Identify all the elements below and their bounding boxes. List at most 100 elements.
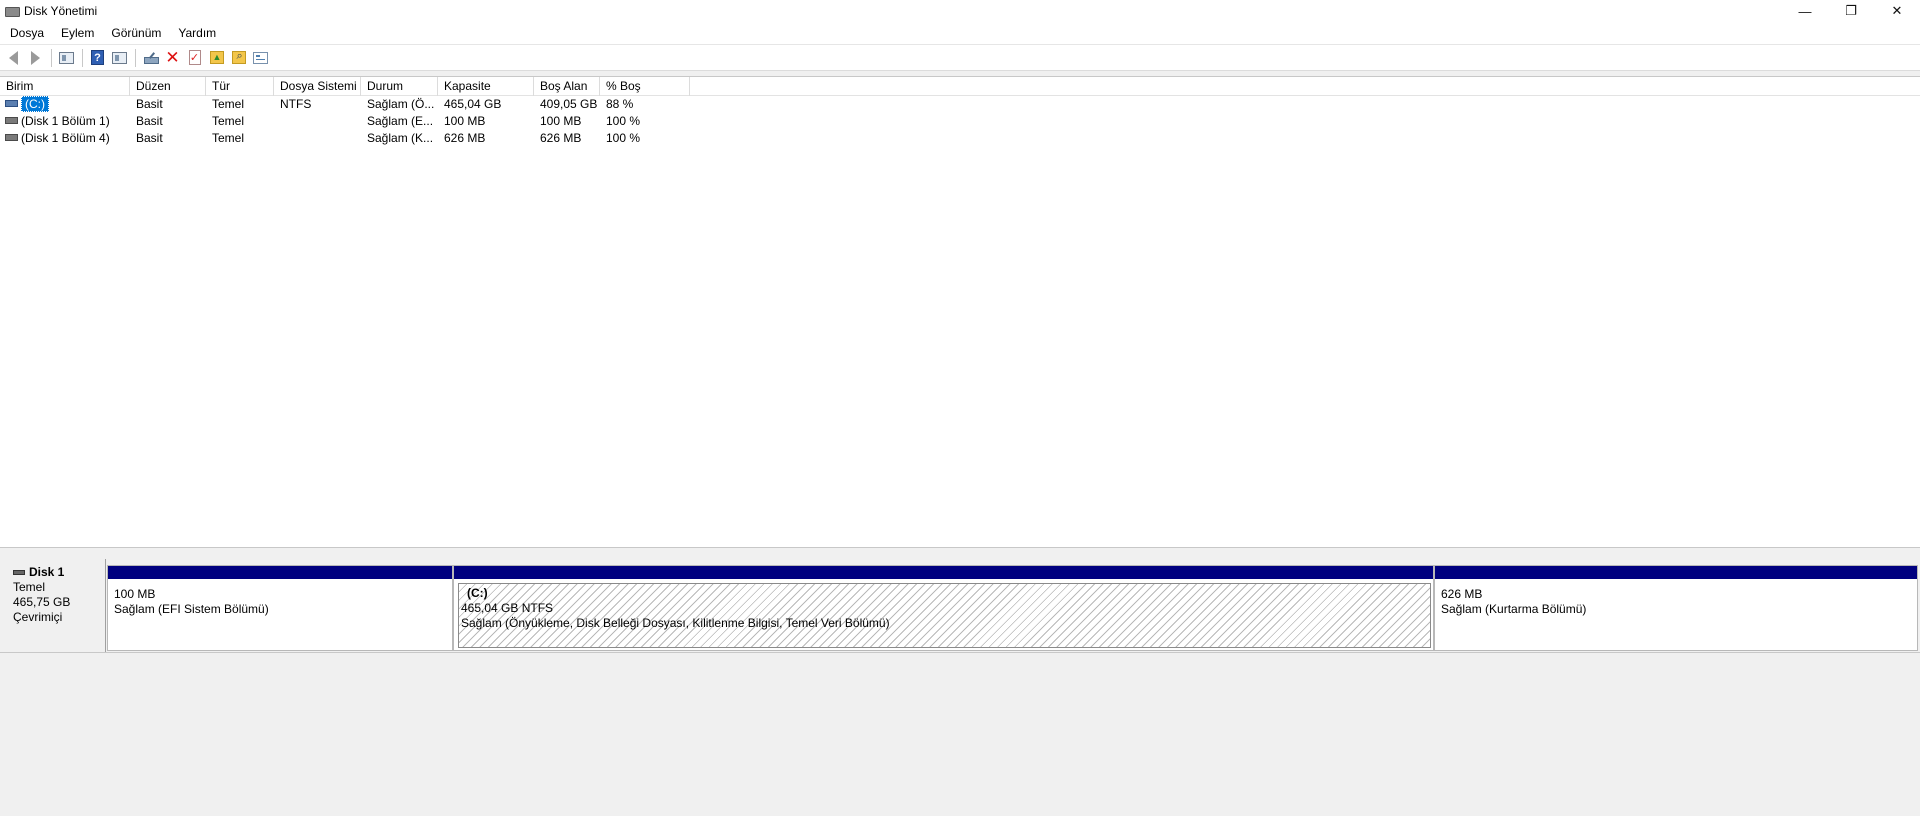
cell-duzen: Basit: [136, 97, 163, 111]
window-controls: — ❐ ✕: [1782, 0, 1920, 22]
table-row[interactable]: (Disk 1 Bölüm 1) Basit Temel Sağlam (E..…: [0, 113, 1920, 130]
window-title: Disk Yönetimi: [24, 4, 98, 18]
cell-birim: (Disk 1 Bölüm 1): [5, 113, 129, 130]
disk-size: 465,75 GB: [13, 595, 71, 609]
connect-disk-button[interactable]: [141, 48, 160, 67]
drive-icon: [5, 134, 18, 142]
toolbar-separator: [135, 48, 136, 67]
column-header-dosya-sistemi[interactable]: Dosya Sistemi: [274, 77, 361, 96]
cell-yuzde-bos: 100 %: [606, 131, 641, 145]
cell-durum: Sağlam (Ö...: [367, 97, 435, 111]
cell-bos-alan: 100 MB: [540, 114, 582, 128]
console-tree-button[interactable]: [57, 48, 76, 67]
check-button[interactable]: ✓: [185, 48, 204, 67]
cell-birim-text: (Disk 1 Bölüm 1): [21, 114, 110, 128]
partition-c[interactable]: (C:) 465,04 GB NTFS Sağlam (Önyükleme, D…: [453, 565, 1434, 651]
menu-eylem[interactable]: Eylem: [53, 26, 100, 40]
show-hide-icon: [112, 51, 127, 64]
back-button[interactable]: [4, 48, 23, 67]
folder-find-icon: [231, 50, 246, 64]
column-headers: Birim Düzen Tür Dosya Sistemi Durum Kapa…: [0, 77, 1920, 96]
restore-button[interactable]: ❐: [1828, 0, 1874, 22]
disk-label[interactable]: Disk 1 Temel 465,75 GB Çevrimiçi: [5, 559, 106, 653]
menu-bar: Dosya Eylem Görünüm Yardım: [0, 22, 1920, 45]
toolbar-separator: [51, 48, 52, 67]
console-tree-icon: [59, 51, 74, 64]
forward-button[interactable]: [26, 48, 45, 67]
delete-button[interactable]: ✕: [163, 48, 182, 67]
partition-status: Sağlam (EFI Sistem Bölümü): [114, 602, 269, 616]
help-button[interactable]: ?: [88, 48, 107, 67]
partition-bar: [454, 566, 1433, 579]
partition-bar: [108, 566, 452, 579]
folder-up-button[interactable]: [207, 48, 226, 67]
disk-map: Disk 1 Temel 465,75 GB Çevrimiçi 100 MB …: [0, 553, 1920, 816]
disk-row: Disk 1 Temel 465,75 GB Çevrimiçi 100 MB …: [2, 559, 1918, 653]
delete-icon: ✕: [165, 48, 180, 67]
partition-efi[interactable]: 100 MB Sağlam (EFI Sistem Bölümü): [107, 565, 453, 651]
partition-size: 626 MB: [1441, 587, 1483, 601]
properties-button[interactable]: [251, 48, 270, 67]
partition-bar: [1435, 566, 1917, 579]
back-icon: [9, 50, 18, 65]
cell-kapasite: 626 MB: [444, 131, 486, 145]
column-header-kapasite[interactable]: Kapasite: [438, 77, 534, 96]
cell-kapasite: 465,04 GB: [444, 97, 502, 111]
disk-management-icon: [5, 5, 20, 17]
table-row[interactable]: (Disk 1 Bölüm 4) Basit Temel Sağlam (K..…: [0, 130, 1920, 147]
cell-birim-text: (Disk 1 Bölüm 4): [21, 131, 110, 145]
cell-birim: (Disk 1 Bölüm 4): [5, 130, 129, 147]
disk-type: Temel: [13, 580, 46, 594]
disk-icon: [13, 570, 25, 575]
toolbar-separator: [82, 48, 83, 67]
column-header-yuzde-bos[interactable]: % Boş: [600, 77, 690, 96]
partition-size: 100 MB: [114, 587, 156, 601]
disk-row-divider: [0, 652, 1920, 653]
connect-disk-icon: [143, 52, 159, 64]
cell-yuzde-bos: 88 %: [606, 97, 634, 111]
drive-icon: [5, 100, 18, 108]
cell-bos-alan: 409,05 GB: [540, 97, 598, 111]
disk-status: Çevrimiçi: [13, 610, 63, 624]
table-row[interactable]: (C:) Basit Temel NTFS Sağlam (Ö... 465,0…: [0, 96, 1920, 113]
show-hide-button[interactable]: [110, 48, 129, 67]
partition-status: Sağlam (Kurtarma Bölümü): [1441, 602, 1587, 616]
column-header-bos-alan[interactable]: Boş Alan: [534, 77, 600, 96]
partition-name: (C:): [467, 586, 488, 600]
column-header-durum[interactable]: Durum: [361, 77, 438, 96]
help-icon: ?: [91, 50, 104, 65]
cell-dosya-sistemi: NTFS: [280, 97, 312, 111]
disk-name: Disk 1: [29, 565, 65, 579]
cell-dosya-sistemi: [280, 113, 361, 130]
title-bar: Disk Yönetimi — ❐ ✕: [0, 0, 1920, 22]
disk-title: Disk 1: [13, 565, 105, 580]
cell-kapasite: 100 MB: [444, 114, 486, 128]
cell-durum: Sağlam (E...: [367, 114, 434, 128]
partition-size: 465,04 GB NTFS: [461, 601, 554, 615]
forward-icon: [31, 50, 40, 65]
cell-duzen: Basit: [136, 131, 163, 145]
minimize-button[interactable]: —: [1782, 0, 1828, 22]
partition-recovery[interactable]: 626 MB Sağlam (Kurtarma Bölümü): [1434, 565, 1918, 651]
menu-dosya[interactable]: Dosya: [0, 26, 50, 40]
column-header-duzen[interactable]: Düzen: [130, 77, 206, 96]
menu-gorunum[interactable]: Görünüm: [103, 26, 167, 40]
toolbar: ? ✕ ✓: [0, 45, 1920, 71]
partition-body: (C:) 465,04 GB NTFS Sağlam (Önyükleme, D…: [458, 583, 1431, 648]
partition-body: 626 MB Sağlam (Kurtarma Bölümü): [1439, 583, 1915, 648]
cell-bos-alan: 626 MB: [540, 131, 582, 145]
folder-find-button[interactable]: [229, 48, 248, 67]
close-button[interactable]: ✕: [1874, 0, 1920, 22]
column-header-tur[interactable]: Tür: [206, 77, 274, 96]
check-icon: ✓: [188, 50, 201, 65]
partition-body: 100 MB Sağlam (EFI Sistem Bölümü): [112, 583, 450, 648]
cell-dosya-sistemi: [280, 130, 361, 147]
cell-birim: (C:): [5, 96, 129, 113]
cell-duzen: Basit: [136, 114, 163, 128]
column-header-birim[interactable]: Birim: [0, 77, 130, 96]
menu-yardim[interactable]: Yardım: [170, 26, 222, 40]
volume-list: Birim Düzen Tür Dosya Sistemi Durum Kapa…: [0, 76, 1920, 548]
cell-yuzde-bos: 100 %: [606, 114, 641, 128]
cell-tur: Temel: [212, 97, 245, 111]
cell-birim-text: (C:): [21, 96, 49, 112]
